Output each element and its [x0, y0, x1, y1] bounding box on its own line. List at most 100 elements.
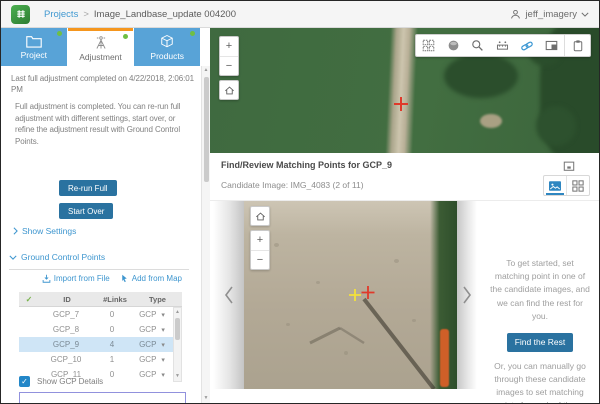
zoom-in-button[interactable]: + [251, 231, 269, 251]
zoom-in-button[interactable]: + [220, 37, 238, 57]
image-home-button[interactable] [250, 206, 270, 226]
manual-text: Or, you can manually go through these ca… [489, 360, 591, 404]
type-dropdown[interactable]: GCP [139, 325, 165, 334]
user-menu[interactable]: jeff_imagery [510, 9, 589, 20]
gcp-table-header: ✓ ID #Links Type [19, 292, 182, 307]
chevron-left-icon [224, 286, 234, 304]
chevron-down-icon [9, 255, 17, 260]
col-id: ID [39, 295, 95, 304]
single-image-view-icon[interactable] [544, 176, 566, 195]
gcp-red-cross-marker[interactable] [393, 96, 409, 112]
show-gcp-details-checkbox[interactable] [19, 376, 30, 387]
scroll-down-icon[interactable]: ▼ [204, 394, 209, 403]
check-icon: ✓ [19, 295, 39, 304]
map-trees [536, 106, 576, 146]
gcp-section-label: Ground Control Points [21, 252, 105, 262]
type-dropdown[interactable]: GCP [139, 355, 165, 364]
zoom-out-button[interactable]: − [251, 251, 269, 270]
link-gcp-icon[interactable] [515, 35, 540, 56]
candidate-image[interactable]: + − [244, 201, 457, 389]
scroll-thumb[interactable] [175, 318, 180, 340]
intro-text: To get started, set matching point in on… [489, 257, 591, 323]
image-annotations [244, 201, 457, 389]
panel-tabs: Project Adjustment Products [1, 28, 201, 66]
tab-label: Products [150, 51, 184, 61]
scroll-up-icon[interactable]: ▲ [204, 66, 209, 75]
add-from-map-link[interactable]: Add from Map [120, 274, 182, 283]
overview-grid-icon[interactable] [416, 35, 441, 56]
show-gcp-details-label: Show GCP Details [37, 377, 103, 386]
breadcrumb-projects[interactable]: Projects [44, 9, 78, 20]
start-over-button[interactable]: Start Over [59, 203, 113, 219]
rerun-full-button[interactable]: Re-run Full [59, 180, 117, 196]
type-dropdown[interactable]: GCP [139, 310, 165, 319]
tab-label: Project [21, 50, 47, 60]
cell-links: 1 [93, 355, 131, 364]
import-from-file-link[interactable]: Import from File [42, 274, 110, 283]
gcp-photo-placeholder: Photo not available [19, 392, 186, 403]
cell-id: GCP_7 [39, 310, 93, 319]
map-road [385, 28, 418, 153]
adjustment-tripod-icon [93, 35, 109, 50]
tab-adjustment[interactable]: Adjustment [68, 28, 134, 66]
type-dropdown[interactable]: GCP [139, 340, 165, 349]
home-icon [255, 211, 266, 222]
type-dropdown[interactable]: GCP [139, 370, 165, 379]
adjustment-panel: Last full adjustment completed on 4/22/2… [1, 66, 201, 403]
ground-control-points-section[interactable]: Ground Control Points [9, 252, 105, 262]
scroll-down-icon[interactable]: ▼ [175, 372, 180, 381]
map-trees [444, 54, 518, 98]
search-icon[interactable] [465, 35, 490, 56]
map-home-button[interactable] [219, 80, 239, 100]
find-the-rest-button[interactable]: Find the Rest [507, 333, 574, 352]
table-row[interactable]: GCP_101GCP [19, 352, 173, 367]
cell-links: 4 [93, 340, 131, 349]
gcp-table-body: GCP_70GCP GCP_80GCP GCP_94GCP GCP_101GCP… [19, 307, 182, 382]
adjustment-status-text: Last full adjustment completed on 4/22/2… [11, 73, 195, 95]
tab-status-dot [123, 34, 128, 39]
user-name: jeff_imagery [525, 9, 577, 20]
adjustment-description: Full adjustment is completed. You can re… [15, 101, 191, 147]
next-image-button[interactable] [457, 201, 477, 389]
zoom-out-button[interactable]: − [220, 57, 238, 76]
tab-project[interactable]: Project [1, 28, 67, 66]
tab-label: Adjustment [79, 52, 122, 62]
person-icon [510, 9, 521, 20]
app-window: Projects > Image_Landbase_update 004200 … [0, 0, 600, 404]
find-review-panel: Find/Review Matching Points for GCP_9 Ca… [210, 153, 600, 404]
app-header: Projects > Image_Landbase_update 004200 … [1, 1, 599, 28]
divider [9, 269, 189, 270]
map-view[interactable]: + − [210, 28, 600, 153]
chevron-right-icon [13, 227, 18, 235]
show-gcp-details-row: Show GCP Details [19, 376, 103, 387]
import-from-file-label: Import from File [54, 274, 110, 283]
red-cross-marker [362, 286, 375, 299]
find-review-title: Find/Review Matching Points for GCP_9 [221, 160, 392, 170]
find-review-header: Find/Review Matching Points for GCP_9 Ca… [210, 153, 600, 201]
candidate-image-viewer: + − To get started, set matching point i… [210, 201, 600, 389]
clipboard-icon[interactable] [564, 35, 590, 56]
table-row-selected[interactable]: GCP_94GCP [19, 337, 173, 352]
project-title: Image_Landbase_update 004200 [94, 9, 236, 20]
image-collection-icon[interactable] [540, 35, 565, 56]
home-icon [224, 85, 235, 96]
grid-view-icon[interactable] [566, 176, 589, 195]
previous-image-button[interactable] [213, 201, 244, 389]
panel-scrollbar[interactable]: ▲ ▼ [201, 66, 210, 403]
dock-panel-icon[interactable] [562, 159, 576, 173]
import-download-icon [42, 274, 51, 283]
table-scrollbar[interactable]: ▲ ▼ [173, 307, 182, 382]
tab-products[interactable]: Products [134, 28, 200, 66]
measure-icon[interactable] [490, 35, 515, 56]
gcp-actions: Import from File Add from Map [41, 274, 182, 283]
table-row[interactable]: GCP_80GCP [19, 322, 173, 337]
scroll-thumb[interactable] [204, 77, 209, 182]
matching-instructions: To get started, set matching point in on… [487, 249, 593, 404]
basemap-sphere-icon[interactable] [441, 35, 466, 56]
show-settings-link[interactable]: Show Settings [13, 226, 76, 236]
app-logo-icon[interactable] [11, 5, 30, 24]
table-row[interactable]: GCP_70GCP [19, 307, 173, 322]
scroll-up-icon[interactable]: ▲ [175, 308, 180, 317]
folder-icon [26, 35, 42, 48]
cell-id: GCP_8 [39, 325, 93, 334]
